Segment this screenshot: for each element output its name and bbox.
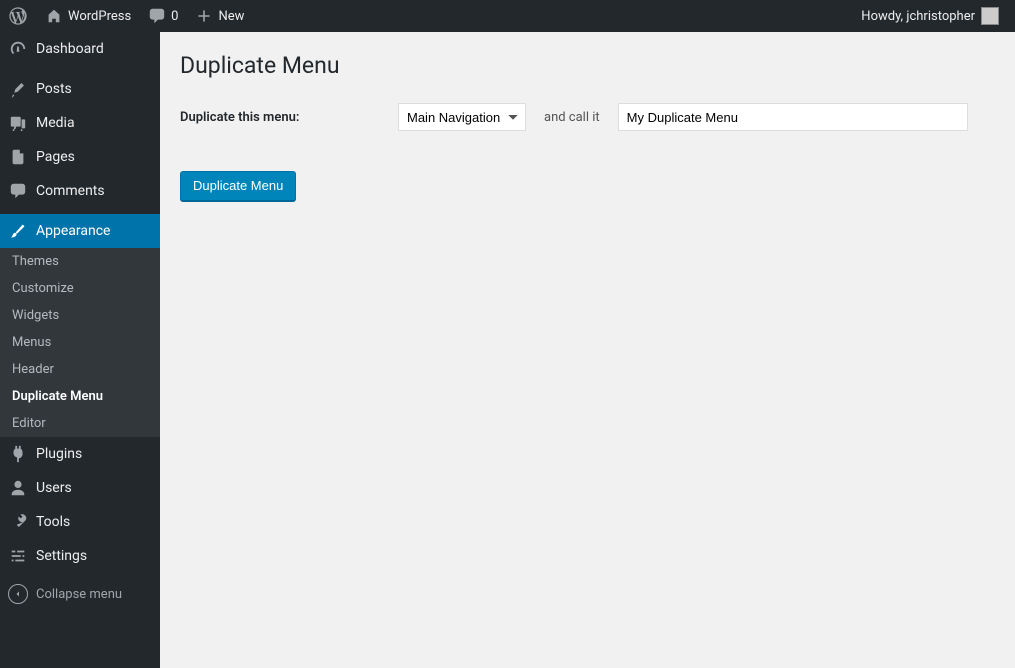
site-name-label: WordPress [68,9,131,24]
sidebar-item-label: Comments [36,183,105,199]
admin-sidebar: Dashboard Posts Media Pages Commen [0,32,160,668]
submenu-themes[interactable]: Themes [0,248,160,275]
sliders-icon [8,546,28,566]
comments-menu[interactable]: 0 [139,0,186,32]
sidebar-item-media[interactable]: Media [0,106,160,140]
sidebar-item-label: Tools [36,514,70,530]
dashboard-icon [8,39,28,59]
submenu-customize[interactable]: Customize [0,275,160,302]
sidebar-item-pages[interactable]: Pages [0,140,160,174]
sidebar-item-plugins[interactable]: Plugins [0,437,160,471]
account-menu[interactable]: Howdy, jchristopher [849,0,1007,32]
submenu-menus[interactable]: Menus [0,329,160,356]
sidebar-item-label: Appearance [36,223,110,239]
new-content-menu[interactable]: New [186,0,252,32]
sidebar-item-label: Plugins [36,446,82,462]
wrench-icon [8,512,28,532]
user-icon [8,478,28,498]
submenu-editor[interactable]: Editor [0,410,160,437]
appearance-submenu: Themes Customize Widgets Menus Header Du… [0,248,160,437]
between-text: and call it [544,110,600,125]
content-area: Duplicate Menu Duplicate this menu: Main… [160,32,1015,668]
sidebar-item-users[interactable]: Users [0,471,160,505]
sidebar-item-settings[interactable]: Settings [0,539,160,573]
wp-logo-menu[interactable] [0,0,36,32]
pin-icon [8,79,28,99]
source-menu-select[interactable]: Main Navigation [398,103,526,131]
sidebar-item-comments[interactable]: Comments [0,174,160,208]
comments-count: 0 [171,9,178,24]
sidebar-item-label: Users [36,480,72,496]
duplicate-menu-button[interactable]: Duplicate Menu [180,171,296,201]
comment-icon [8,181,28,201]
wordpress-logo-icon [8,6,28,26]
collapse-icon [8,584,28,604]
page-title: Duplicate Menu [180,52,995,79]
submenu-widgets[interactable]: Widgets [0,302,160,329]
plug-icon [8,444,28,464]
admin-bar-left: WordPress 0 New [0,0,252,32]
media-icon [8,113,28,133]
home-icon [44,6,64,26]
submenu-duplicate-menu[interactable]: Duplicate Menu [0,383,160,410]
sidebar-item-tools[interactable]: Tools [0,505,160,539]
submenu-header[interactable]: Header [0,356,160,383]
new-menu-name-input[interactable] [618,103,968,131]
avatar [981,7,999,25]
sidebar-item-label: Media [36,115,75,131]
sidebar-item-dashboard[interactable]: Dashboard [0,32,160,66]
site-menu[interactable]: WordPress [36,0,139,32]
howdy-label: Howdy, jchristopher [861,9,975,24]
duplicate-label: Duplicate this menu: [180,110,380,125]
admin-bar-right: Howdy, jchristopher [849,0,1015,32]
sidebar-item-label: Dashboard [36,41,104,57]
plus-icon [194,6,214,26]
collapse-menu[interactable]: Collapse menu [0,577,160,611]
sidebar-item-posts[interactable]: Posts [0,72,160,106]
collapse-label: Collapse menu [36,587,122,602]
sidebar-item-label: Settings [36,548,87,564]
sidebar-item-appearance[interactable]: Appearance [0,214,160,248]
comment-bubble-icon [147,6,167,26]
new-label: New [218,9,244,24]
admin-bar: WordPress 0 New Howdy, jchristopher [0,0,1015,32]
brush-icon [8,221,28,241]
duplicate-form-row: Duplicate this menu: Main Navigation and… [180,103,995,131]
pages-icon [8,147,28,167]
sidebar-item-label: Pages [36,149,75,165]
sidebar-item-label: Posts [36,81,72,97]
